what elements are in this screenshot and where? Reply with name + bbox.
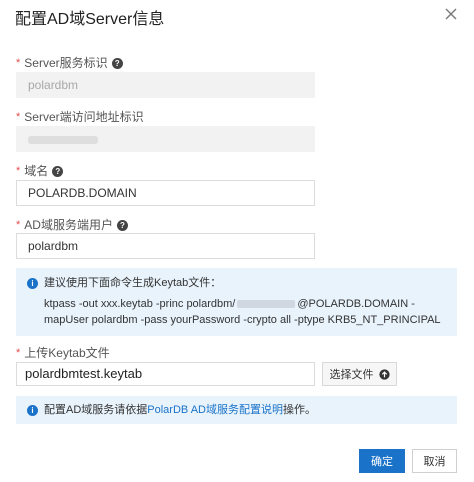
- server-endpoint-label: * Server端访问地址标识: [16, 110, 144, 124]
- question-circle-icon[interactable]: ?: [116, 219, 128, 231]
- server-endpoint-input: [16, 126, 315, 152]
- domain-label: * 域名 ?: [16, 164, 64, 178]
- required-mark: *: [16, 111, 21, 123]
- keytab-command: ktpass -out xxx.keytab -princ polardbm/ @…: [44, 296, 449, 328]
- required-mark: *: [16, 347, 21, 359]
- select-file-button[interactable]: 选择文件: [322, 362, 397, 386]
- dialog-title: 配置AD域Server信息: [15, 11, 165, 28]
- domain-input[interactable]: POLARDB.DOMAIN: [16, 180, 315, 206]
- server-endpoint-label-text: Server端访问地址标识: [24, 110, 144, 124]
- info-circle-icon: i: [27, 278, 38, 289]
- command-part2: @POLARDB.DOMAIN -: [297, 298, 415, 310]
- server-id-input: polardbm: [16, 72, 315, 98]
- question-circle-icon[interactable]: ?: [111, 57, 123, 69]
- config-guide-notice: i 配置AD域服务请依据PolarDB AD域服务配置说明操作。: [16, 396, 457, 424]
- keytab-file-name: polardbmtest.keytab: [16, 362, 315, 386]
- upload-keytab-label-text: 上传Keytab文件: [24, 346, 110, 360]
- close-icon[interactable]: [443, 6, 459, 22]
- server-id-label: * Server服务标识 ?: [16, 56, 123, 70]
- config-guide-prefix: 配置AD域服务请依据: [44, 404, 148, 416]
- redacted-value: [237, 300, 296, 309]
- ad-user-input[interactable]: polardbm: [16, 233, 315, 259]
- confirm-button[interactable]: 确定: [359, 449, 405, 473]
- keytab-notice-intro: 建议使用下面命令生成Keytab文件：: [44, 277, 222, 289]
- upload-keytab-label: * 上传Keytab文件: [16, 346, 110, 360]
- upload-icon: [378, 368, 390, 380]
- required-mark: *: [16, 165, 21, 177]
- question-circle-icon[interactable]: ?: [52, 165, 64, 177]
- server-id-label-text: Server服务标识: [24, 56, 108, 70]
- ad-server-config-dialog: 配置AD域Server信息 * Server服务标识 ? polardbm * …: [0, 0, 474, 482]
- required-mark: *: [16, 57, 21, 69]
- domain-label-text: 域名: [24, 164, 49, 178]
- config-guide-text: 配置AD域服务请依据PolarDB AD域服务配置说明操作。: [44, 402, 316, 418]
- config-guide-suffix: 操作。: [282, 404, 316, 416]
- ad-user-label-text: AD域服务端用户: [24, 218, 113, 232]
- cancel-button[interactable]: 取消: [412, 449, 457, 473]
- config-guide-link[interactable]: PolarDB AD域服务配置说明: [147, 404, 283, 416]
- command-part1: ktpass -out xxx.keytab -princ polardbm/: [44, 298, 236, 310]
- keytab-command-line1: ktpass -out xxx.keytab -princ polardbm/ @…: [44, 296, 449, 312]
- select-file-label: 选择文件: [329, 369, 374, 381]
- ad-user-label: * AD域服务端用户 ?: [16, 218, 128, 232]
- info-circle-icon: i: [27, 405, 38, 416]
- keytab-command-line2: mapUser polardbm -pass yourPassword -cry…: [44, 314, 441, 326]
- keytab-command-notice: i 建议使用下面命令生成Keytab文件： ktpass -out xxx.ke…: [16, 268, 457, 336]
- required-mark: *: [16, 219, 21, 231]
- redacted-value: [28, 135, 98, 144]
